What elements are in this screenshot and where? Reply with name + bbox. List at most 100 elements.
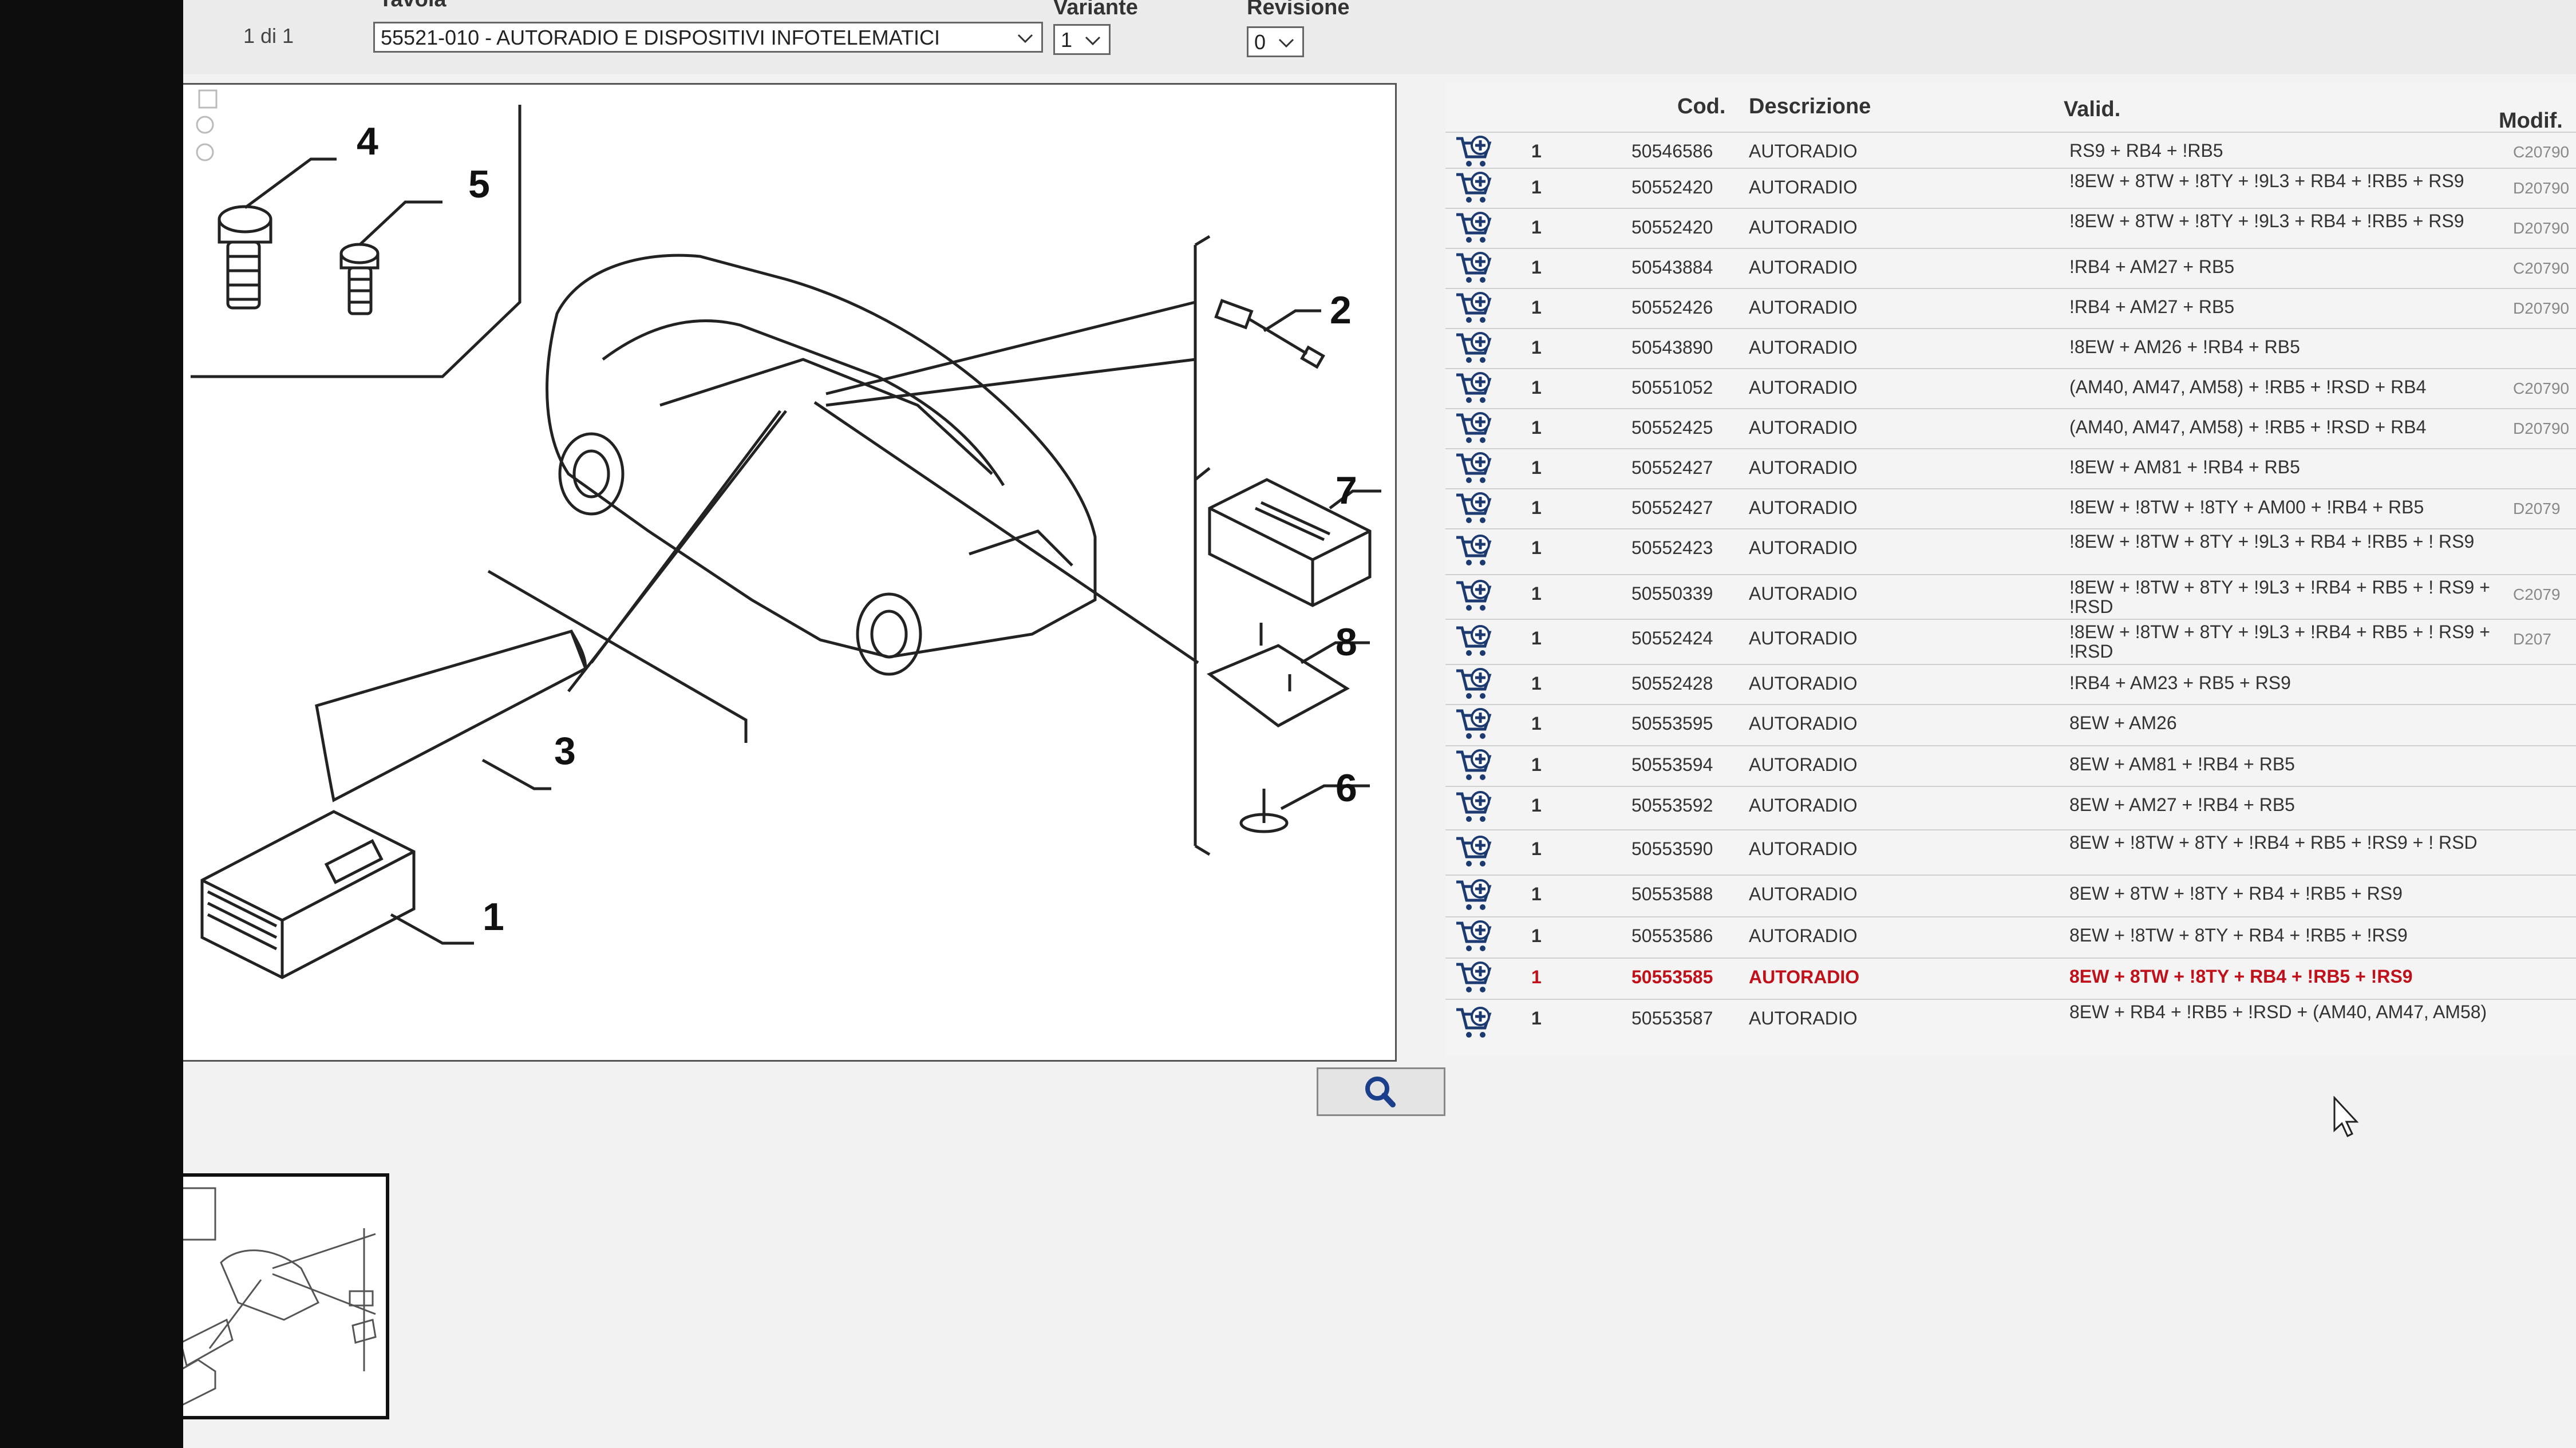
- screw-part-4: [218, 157, 337, 310]
- add-to-cart-icon[interactable]: [1454, 623, 1494, 659]
- callout-7[interactable]: 7: [1336, 468, 1357, 513]
- row-part-code[interactable]: 50551052: [1631, 377, 1713, 398]
- table-row[interactable]: 1 50546586 AUTORADIO RS9 + RB4 + !RB5 C20790: [1445, 132, 2576, 169]
- table-row[interactable]: 1 50553594 AUTORADIO 8EW + AM81 + !RB4 + RB…: [1445, 745, 2576, 787]
- table-row[interactable]: 1 50552420 AUTORADIO !8EW + 8TW + !8TY + !9…: [1445, 168, 2576, 209]
- thumbnail-drawing: [183, 1187, 377, 1406]
- row-part-code[interactable]: 50552420: [1631, 177, 1713, 198]
- row-quantity: 1: [1531, 1008, 1542, 1028]
- row-part-code[interactable]: 50553592: [1631, 795, 1713, 816]
- add-to-cart-icon[interactable]: [1454, 490, 1494, 526]
- table-row[interactable]: 1 50543890 AUTORADIO !8EW + AM26 + !RB4 + R…: [1445, 328, 2576, 369]
- row-part-code[interactable]: 50552427: [1631, 497, 1713, 519]
- table-row[interactable]: 1 50553585 AUTORADIO 8EW + 8TW + !8TY + RB4…: [1445, 958, 2576, 1000]
- column-header-descrizione[interactable]: Descrizione: [1749, 94, 1871, 119]
- table-row[interactable]: 1 50551052 AUTORADIO (AM40, AM47, AM58) + !…: [1445, 368, 2576, 409]
- table-row[interactable]: 1 50543884 AUTORADIO !RB4 + AM27 + RB5 C2079…: [1445, 248, 2576, 289]
- variante-select[interactable]: 1: [1053, 24, 1111, 55]
- row-part-code[interactable]: 50552425: [1631, 417, 1713, 438]
- row-part-code[interactable]: 50552428: [1631, 673, 1713, 694]
- table-row[interactable]: 1 50553587 AUTORADIO 8EW + RB4 + !RB5 + !RS…: [1445, 999, 2576, 1049]
- diagram-thumbnail[interactable]: [183, 1173, 389, 1419]
- tavola-select[interactable]: 55521-010 - AUTORADIO E DISPOSITIVI INFO…: [373, 22, 1043, 53]
- row-part-code[interactable]: 50553585: [1631, 967, 1713, 988]
- callout-2[interactable]: 2: [1330, 288, 1352, 333]
- row-part-code[interactable]: 50543884: [1631, 257, 1713, 278]
- row-part-code[interactable]: 50552423: [1631, 537, 1713, 559]
- column-header-valid[interactable]: Valid.: [2064, 97, 2120, 122]
- add-to-cart-icon[interactable]: [1454, 706, 1494, 742]
- column-header-cod[interactable]: Cod.: [1677, 94, 1725, 119]
- row-part-code[interactable]: 50550339: [1631, 583, 1713, 604]
- add-to-cart-icon[interactable]: [1454, 170, 1494, 205]
- column-header-modif[interactable]: Modif.: [2499, 109, 2563, 133]
- callout-5[interactable]: 5: [468, 162, 490, 207]
- add-to-cart-icon[interactable]: [1454, 210, 1494, 246]
- row-quantity: 1: [1531, 377, 1542, 398]
- row-quantity: 1: [1531, 795, 1542, 816]
- add-to-cart-icon[interactable]: [1454, 877, 1494, 913]
- table-row[interactable]: 1 50550339 AUTORADIO !8EW + !8TW + 8TY + !9…: [1445, 574, 2576, 620]
- row-part-code[interactable]: 50552424: [1631, 628, 1713, 649]
- table-row[interactable]: 1 50552424 AUTORADIO !8EW + !8TW + 8TY + !9…: [1445, 619, 2576, 665]
- search-button[interactable]: [1317, 1067, 1445, 1116]
- row-quantity: 1: [1531, 713, 1542, 734]
- table-row[interactable]: 1 50553588 AUTORADIO 8EW + 8TW + !8TY + RB4…: [1445, 875, 2576, 917]
- row-part-code[interactable]: 50543890: [1631, 337, 1713, 358]
- table-row[interactable]: 1 50553586 AUTORADIO 8EW + !8TW + 8TY + RB4…: [1445, 916, 2576, 959]
- row-part-code[interactable]: 50553595: [1631, 713, 1713, 734]
- table-row[interactable]: 1 50552423 AUTORADIO !8EW + !8TW + 8TY + !9…: [1445, 528, 2576, 575]
- callout-3[interactable]: 3: [554, 729, 576, 773]
- row-part-code[interactable]: 50553587: [1631, 1008, 1713, 1029]
- add-to-cart-icon[interactable]: [1454, 747, 1494, 783]
- row-part-code[interactable]: 50553586: [1631, 925, 1713, 947]
- row-part-code[interactable]: 50553594: [1631, 754, 1713, 776]
- table-row[interactable]: 1 50552427 AUTORADIO !8EW + !8TW + !8TY + A…: [1445, 488, 2576, 529]
- row-description: AUTORADIO: [1749, 417, 1858, 438]
- callout-4[interactable]: 4: [357, 119, 378, 164]
- diagram-select-tool-icon: [198, 89, 218, 109]
- add-to-cart-icon[interactable]: [1454, 960, 1494, 995]
- row-description: AUTORADIO: [1749, 457, 1858, 478]
- row-validity: 8EW + !8TW + 8TY + !RB4 + RB5 + !RS9 + !…: [2069, 832, 2478, 853]
- table-row[interactable]: 1 50552428 AUTORADIO !RB4 + AM23 + RB5 + RS…: [1445, 664, 2576, 705]
- add-to-cart-icon[interactable]: [1454, 450, 1494, 486]
- row-part-code[interactable]: 50552427: [1631, 457, 1713, 478]
- add-to-cart-icon[interactable]: [1454, 370, 1494, 406]
- row-part-code[interactable]: 50553590: [1631, 838, 1713, 860]
- add-to-cart-icon[interactable]: [1454, 789, 1494, 825]
- row-part-code[interactable]: 50552426: [1631, 297, 1713, 318]
- row-part-code[interactable]: 50553588: [1631, 884, 1713, 905]
- revisione-select[interactable]: 0: [1247, 26, 1304, 57]
- callout-8[interactable]: 8: [1336, 620, 1357, 664]
- add-to-cart-icon[interactable]: [1454, 410, 1494, 446]
- add-to-cart-icon[interactable]: [1454, 134, 1494, 169]
- table-row[interactable]: 1 50553592 AUTORADIO 8EW + AM27 + !RB4 + RB…: [1445, 786, 2576, 830]
- add-to-cart-icon[interactable]: [1454, 666, 1494, 702]
- row-part-code[interactable]: 50552420: [1631, 217, 1713, 238]
- row-description: AUTORADIO: [1749, 297, 1858, 318]
- row-validity: 8EW + 8TW + !8TY + RB4 + !RB5 + !RS9: [2069, 966, 2413, 987]
- table-row[interactable]: 1 50552420 AUTORADIO !8EW + 8TW + !8TY + !9…: [1445, 208, 2576, 249]
- callout-1[interactable]: 1: [483, 895, 504, 939]
- add-to-cart-icon[interactable]: [1454, 330, 1494, 366]
- add-to-cart-icon[interactable]: [1454, 290, 1494, 326]
- add-to-cart-icon[interactable]: [1454, 1005, 1494, 1040]
- table-row[interactable]: 1 50553595 AUTORADIO 8EW + AM26: [1445, 704, 2576, 746]
- add-to-cart-icon[interactable]: [1454, 834, 1494, 869]
- table-row[interactable]: 1 50553590 AUTORADIO 8EW + !8TW + 8TY + !RB…: [1445, 829, 2576, 876]
- exploded-diagram[interactable]: 4 5 2 7 8 3 6 1: [183, 83, 1397, 1062]
- row-description: AUTORADIO: [1749, 377, 1858, 398]
- add-to-cart-icon[interactable]: [1454, 533, 1494, 568]
- add-to-cart-icon[interactable]: [1454, 919, 1494, 954]
- table-row[interactable]: 1 50552426 AUTORADIO !RB4 + AM27 + RB5 D2079…: [1445, 288, 2576, 329]
- add-to-cart-icon[interactable]: [1454, 250, 1494, 286]
- table-row[interactable]: 1 50552425 AUTORADIO (AM40, AM47, AM58) + !…: [1445, 408, 2576, 449]
- table-row[interactable]: 1 50552427 AUTORADIO !8EW + AM81 + !RB4 + R…: [1445, 448, 2576, 489]
- row-validity: (AM40, AM47, AM58) + !RB5 + !RSD + RB4: [2069, 377, 2427, 397]
- row-part-code[interactable]: 50546586: [1631, 141, 1713, 162]
- top-bar: 1 di 1 Tavola 55521-010 - AUTORADIO E DI…: [183, 0, 2576, 74]
- add-to-cart-icon[interactable]: [1454, 578, 1494, 614]
- row-validity: !8EW + 8TW + !8TY + !9L3 + RB4 + !RB5 + …: [2069, 171, 2464, 191]
- callout-6[interactable]: 6: [1336, 766, 1357, 810]
